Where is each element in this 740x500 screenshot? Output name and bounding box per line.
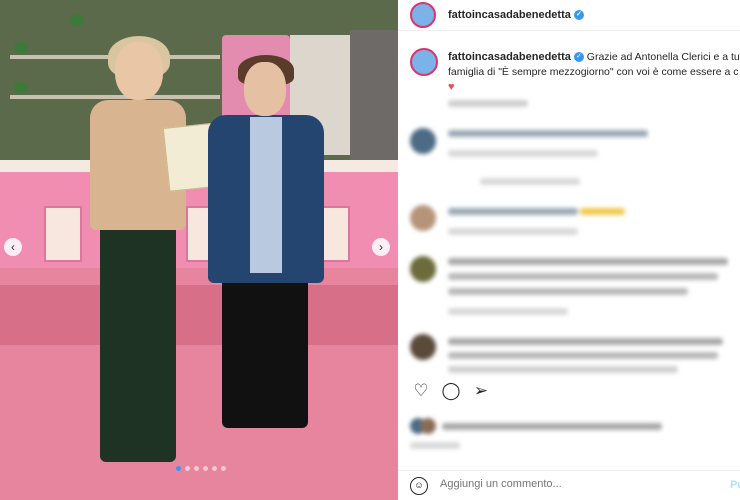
comment-emoji — [580, 208, 625, 215]
carousel-dot — [176, 466, 181, 471]
carousel-prev-button[interactable]: ‹ — [4, 238, 22, 256]
comment-text — [448, 366, 678, 373]
plant — [70, 14, 84, 26]
comment-avatar[interactable] — [410, 334, 436, 360]
verified-icon: ✓ — [573, 52, 584, 63]
person-left-face — [115, 42, 163, 100]
comment-avatar[interactable] — [410, 256, 436, 282]
red-heart-icon: ♥ — [448, 81, 455, 93]
comment-avatar[interactable] — [410, 128, 436, 154]
post-comment-button[interactable]: Pu — [730, 479, 740, 491]
person-right-face — [244, 62, 286, 116]
comment-text — [448, 208, 578, 215]
comment-composer: ☺ Pu — [398, 470, 740, 500]
person-left-pants — [100, 222, 176, 462]
comment-icon[interactable]: ◯ — [440, 380, 462, 402]
rug — [0, 285, 398, 345]
comment-text — [448, 130, 648, 137]
comment-text — [448, 273, 718, 280]
likes-text[interactable] — [442, 423, 662, 430]
post-caption: fattoincasadabenedetta ✓ Grazie ad Antone… — [448, 50, 740, 95]
author-avatar[interactable] — [410, 2, 436, 28]
post-sidebar: fattoincasadabenedetta ✓ fattoincasadaben… — [398, 0, 740, 500]
carousel-dot — [212, 466, 217, 471]
post-header: fattoincasadabenedetta ✓ — [398, 0, 740, 31]
post-date — [410, 442, 460, 449]
carousel-dot — [203, 466, 208, 471]
person-right-shirt — [250, 117, 282, 273]
person-right-pants — [222, 278, 308, 428]
carousel-dot — [194, 466, 199, 471]
view-replies[interactable] — [480, 178, 580, 185]
plant — [14, 82, 28, 94]
comment-text — [448, 338, 723, 345]
liker-avatar — [420, 418, 436, 434]
comment-meta — [448, 308, 568, 315]
caption-avatar[interactable] — [410, 48, 438, 76]
kitchen-shelf — [10, 95, 220, 99]
comment-avatar[interactable] — [410, 205, 436, 231]
brick-wall — [350, 30, 398, 170]
comment-meta — [448, 150, 598, 157]
comment-text — [448, 288, 688, 295]
caption-username[interactable]: fattoincasadabenedetta — [448, 51, 571, 63]
author-username[interactable]: fattoincasadabenedetta ✓ — [448, 9, 584, 21]
post-actions: ♡ ◯ ➢ — [398, 380, 740, 408]
carousel-dot — [185, 466, 190, 471]
comment-text — [448, 258, 728, 265]
plant — [14, 42, 28, 54]
comment-meta — [448, 228, 578, 235]
counter-shelf — [44, 206, 82, 262]
post-photo[interactable]: ‹ › — [0, 0, 398, 500]
carousel-dot — [221, 466, 226, 471]
username-text[interactable]: fattoincasadabenedetta — [448, 9, 571, 21]
caption-meta — [448, 100, 528, 107]
caption-text-line2: famiglia di "È sempre mezzogiorno" con v… — [448, 66, 739, 78]
emoji-icon[interactable]: ☺ — [410, 477, 428, 495]
comment-text — [448, 352, 718, 359]
caption-text-line1: Grazie ad Antonella Clerici e a tut — [586, 51, 740, 63]
carousel-indicator — [176, 466, 226, 471]
share-icon[interactable]: ➢ — [470, 380, 492, 402]
comment-input[interactable] — [440, 478, 680, 490]
carousel-next-button[interactable]: › — [372, 238, 390, 256]
heart-outline-icon[interactable]: ♡ — [410, 380, 432, 402]
verified-icon: ✓ — [573, 10, 584, 21]
